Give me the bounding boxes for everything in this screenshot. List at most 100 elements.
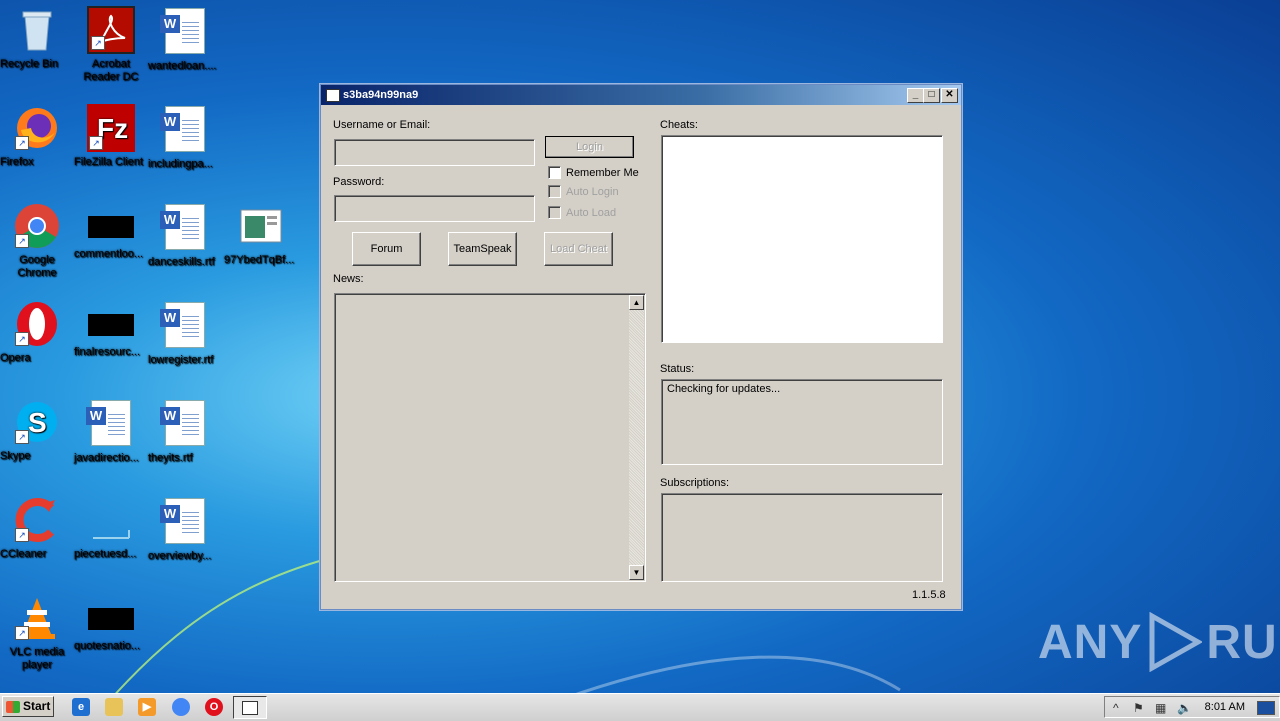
desktop-icon-theyits[interactable]: W theyits.rtf	[148, 398, 222, 464]
network-icon[interactable]: ▦	[1155, 701, 1166, 715]
desktop-icon-finalresourc[interactable]: finalresourc...	[74, 300, 148, 358]
chrome-taskbar-icon[interactable]	[172, 698, 190, 716]
cheats-list[interactable]	[661, 135, 943, 343]
desktop-icon-label: FileZilla Client	[74, 156, 144, 168]
username-input[interactable]	[334, 139, 535, 166]
checkbox-box	[548, 166, 561, 179]
subscriptions-label: Subscriptions:	[660, 477, 730, 489]
file-thumbnail	[88, 608, 134, 630]
window-title: s3ba94n99na9	[343, 89, 419, 101]
desktop-icon-chrome[interactable]: ↗ Google Chrome	[0, 202, 74, 279]
chrome-icon: ↗	[13, 202, 61, 250]
start-label: Start	[23, 699, 51, 713]
status-label: Status:	[660, 363, 695, 375]
vlc-cone-icon: ↗	[13, 594, 61, 642]
scroll-up-arrow-icon[interactable]: ▲	[629, 295, 644, 310]
password-label: Password:	[333, 176, 385, 188]
opera-taskbar-icon[interactable]: O	[205, 698, 223, 716]
desktop-icon-piecetuesd[interactable]: piecetuesd...	[74, 496, 148, 560]
username-label: Username or Email:	[333, 119, 431, 131]
show-hidden-icons-icon[interactable]: ^	[1113, 701, 1119, 715]
remember-me-label: Remember Me	[566, 166, 639, 179]
watermark-right: RUN	[1206, 615, 1280, 669]
version-label: 1.1.5.8	[912, 589, 946, 601]
auto-load-checkbox[interactable]: Auto Load	[548, 206, 616, 219]
desktop-icon-label: commentloo...	[74, 248, 144, 260]
desktop-icon-label: quotesnatio...	[74, 640, 141, 652]
desktop-icon-vlc[interactable]: ↗ VLC media player	[0, 594, 74, 671]
internet-explorer-icon[interactable]: e	[72, 698, 90, 716]
word-document-icon: W	[160, 400, 209, 448]
ccleaner-icon: ↗	[13, 496, 61, 544]
action-center-flag-icon[interactable]: ⚑	[1133, 701, 1144, 715]
desktop-icon-label: 97YbedTqBf...	[224, 254, 295, 266]
auto-load-label: Auto Load	[566, 206, 617, 219]
desktop-icon-overviewby[interactable]: W overviewby...	[148, 496, 222, 562]
desktop-icon-skype[interactable]: S ↗ Skype	[0, 398, 74, 462]
play-logo-icon	[1149, 612, 1203, 672]
volume-icon[interactable]: 🔈	[1177, 701, 1192, 715]
desktop-icon-danceskills[interactable]: W danceskills.rtf	[148, 202, 222, 268]
news-scrollbar[interactable]: ▲ ▼	[629, 295, 644, 580]
taskbar: Start e ▶ O ^ ⚑ ▦ 🔈 8:01 AM	[0, 693, 1280, 721]
app-window: s3ba94n99na9 _ □ ✕ Username or Email: Pa…	[320, 84, 962, 610]
status-panel: Checking for updates...	[661, 379, 943, 465]
window-titlebar[interactable]: s3ba94n99na9 _ □ ✕	[321, 85, 961, 105]
desktop-icon-includingpa[interactable]: W includingpa...	[148, 104, 222, 170]
close-button[interactable]: ✕	[941, 88, 958, 103]
watermark-left: ANY	[1038, 615, 1143, 669]
file-thumbnail	[88, 314, 134, 336]
subscriptions-panel	[661, 493, 943, 582]
explorer-folder-icon[interactable]	[105, 698, 123, 716]
teamspeak-button[interactable]: TeamSpeak	[448, 232, 517, 266]
acrobat-icon: ↗	[87, 6, 135, 54]
app-window-icon	[326, 89, 340, 102]
word-document-icon: W	[160, 8, 209, 56]
taskbar-active-window[interactable]	[233, 696, 267, 719]
desktop-icon-label: wantedloan....	[148, 60, 217, 72]
media-player-icon[interactable]: ▶	[138, 698, 156, 716]
desktop-icon-label: Google Chrome	[17, 254, 57, 279]
clock[interactable]: 8:01 AM	[1205, 701, 1245, 713]
svg-text:S: S	[28, 407, 47, 438]
desktop-icon-label: Acrobat Reader DC	[83, 58, 139, 83]
forum-button[interactable]: Forum	[352, 232, 421, 266]
word-document-icon: W	[160, 106, 209, 154]
word-document-icon: W	[86, 400, 135, 448]
desktop-icon-javadirectio[interactable]: W javadirectio...	[74, 398, 148, 464]
auto-login-checkbox[interactable]: Auto Login	[548, 185, 619, 198]
desktop-icon-97ybedtqbf[interactable]: 97YbedTqBf...	[224, 202, 298, 266]
auto-login-label: Auto Login	[566, 185, 619, 198]
load-cheat-button[interactable]: Load Cheat	[544, 232, 613, 266]
login-button[interactable]: Login	[545, 136, 634, 158]
opera-icon: ↗	[13, 300, 61, 348]
firefox-icon: ↗	[13, 104, 61, 152]
desktop-icon-wantedloan[interactable]: W wantedloan....	[148, 6, 222, 72]
desktop-icon-filezilla[interactable]: Fz ↗ FileZilla Client	[74, 104, 148, 168]
status-text: Checking for updates...	[667, 383, 781, 395]
desktop-icon-quotesnatio[interactable]: quotesnatio...	[74, 594, 148, 652]
remember-me-checkbox[interactable]: Remember Me	[548, 166, 639, 179]
desktop-icon-label: danceskills.rtf	[148, 256, 215, 268]
desktop-icon-opera[interactable]: ↗ Opera	[0, 300, 74, 364]
maximize-button[interactable]: □	[923, 88, 940, 103]
desktop-icon-label: theyits.rtf	[148, 452, 193, 464]
word-document-icon: W	[160, 302, 209, 350]
desktop-icon-label: overviewby...	[148, 550, 212, 562]
file-thumbnail	[88, 216, 134, 238]
desktop-icon-label: CCleaner	[0, 548, 47, 560]
password-input[interactable]	[334, 195, 535, 222]
desktop-icon-lowregister[interactable]: W lowregister.rtf	[148, 300, 222, 366]
desktop-icon-commentloo[interactable]: commentloo...	[74, 202, 148, 260]
scroll-down-arrow-icon[interactable]: ▼	[629, 565, 644, 580]
word-document-icon: W	[160, 204, 209, 252]
news-panel[interactable]: ▲ ▼	[334, 293, 646, 582]
start-button[interactable]: Start	[2, 696, 54, 717]
minimize-button[interactable]: _	[907, 88, 924, 103]
desktop-icon-label: piecetuesd...	[74, 548, 137, 560]
desktop-icon-recycle-bin[interactable]: Recycle Bin	[0, 6, 74, 70]
desktop-icon-acrobat[interactable]: ↗ Acrobat Reader DC	[74, 6, 148, 83]
desktop-icon-firefox[interactable]: ↗ Firefox	[0, 104, 74, 168]
show-desktop-icon[interactable]	[1257, 701, 1275, 715]
desktop-icon-ccleaner[interactable]: ↗ CCleaner	[0, 496, 74, 560]
